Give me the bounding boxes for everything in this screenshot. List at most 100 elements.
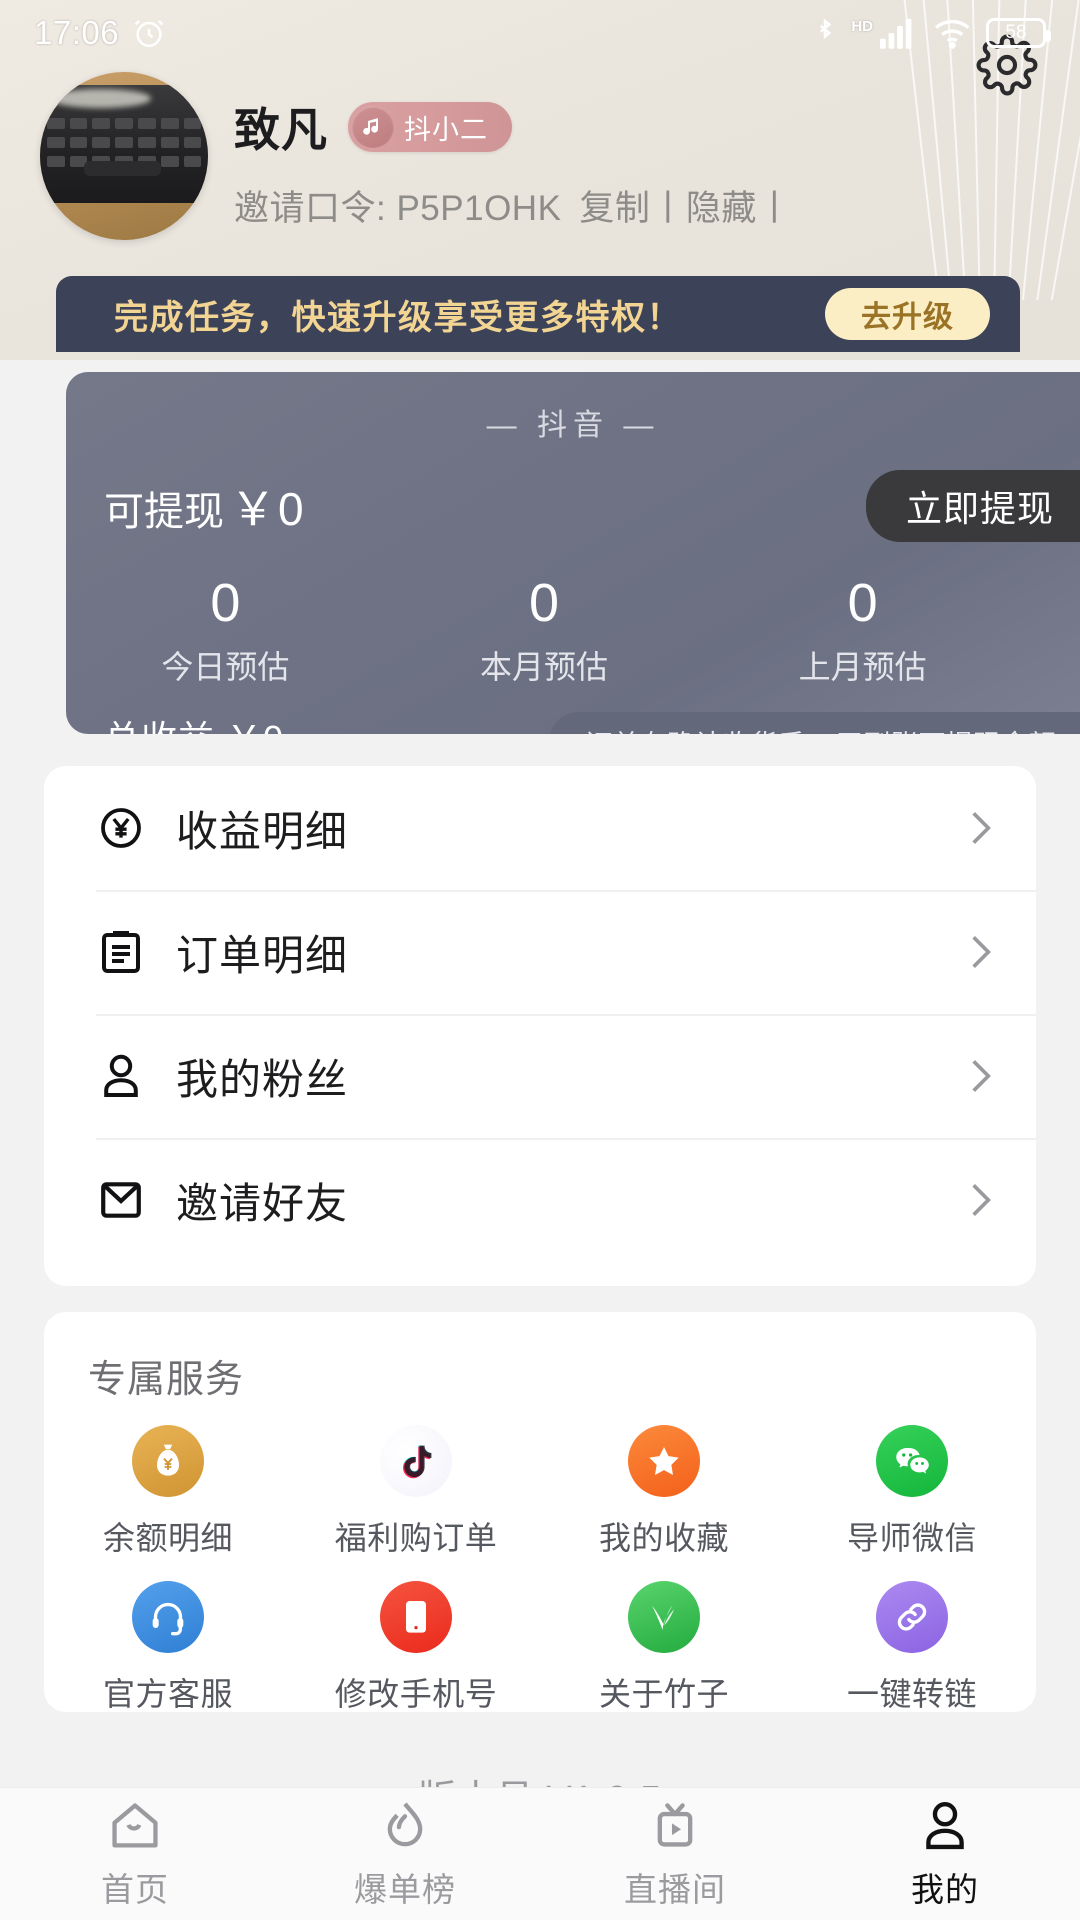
tv-icon bbox=[644, 1797, 706, 1855]
flame-icon bbox=[374, 1797, 436, 1855]
services-grid: 余额明细 福利购订单 我的收藏 导师微信 官方客服 修改手机号 关于竹子 一键转… bbox=[44, 1425, 1036, 1737]
menu-card: 收益明细 订单明细 我的粉丝 邀请好友 bbox=[44, 766, 1036, 1286]
available-label: 可提现 bbox=[104, 490, 224, 534]
menu-item-order-detail[interactable]: 订单明细 bbox=[44, 890, 1036, 1014]
badge-label: 抖小二 bbox=[404, 114, 488, 145]
nav-label: 爆单榜 bbox=[354, 1871, 456, 1908]
stat-last-month[interactable]: 0 上月预估 bbox=[703, 572, 1022, 688]
status-badge[interactable]: 抖小二 bbox=[348, 102, 512, 152]
battery-percent: 58 bbox=[1005, 22, 1027, 43]
total-earnings: 总收益 ￥0 bbox=[66, 710, 284, 734]
bluetooth-icon bbox=[812, 16, 838, 50]
nav-item-live-room[interactable]: 直播间 bbox=[540, 1788, 810, 1920]
stat-this-month[interactable]: 0 本月预估 bbox=[385, 572, 704, 688]
wifi-icon bbox=[933, 17, 973, 49]
nav-item-home[interactable]: 首页 bbox=[0, 1788, 270, 1920]
total-amount: ￥0 bbox=[226, 718, 284, 734]
bamboo-leaf-icon bbox=[628, 1581, 700, 1653]
stat-value: 0 bbox=[210, 573, 241, 633]
profile-info: 致凡 抖小二 邀请口令: P5P1OHK 复制丨隐藏丨 bbox=[234, 72, 792, 231]
bottom-navigation: 首页 爆单榜 直播间 我的 bbox=[0, 1788, 1080, 1920]
tiktok-icon bbox=[380, 1425, 452, 1497]
stat-value: 0 bbox=[528, 573, 560, 633]
service-item-about-zhuzi[interactable]: 关于竹子 bbox=[540, 1581, 788, 1715]
nav-label: 我的 bbox=[911, 1871, 979, 1908]
link-icon bbox=[876, 1581, 948, 1653]
person-icon bbox=[914, 1797, 976, 1855]
money-bag-icon bbox=[132, 1425, 204, 1497]
wechat-icon bbox=[876, 1425, 948, 1497]
menu-item-label: 订单明细 bbox=[176, 931, 349, 979]
menu-item-income-detail[interactable]: 收益明细 bbox=[44, 766, 1036, 890]
nav-item-hot-list[interactable]: 爆单榜 bbox=[270, 1788, 540, 1920]
earnings-total-row: 总收益 ￥0 订单在确认收货后16天到账可提现余额 bbox=[66, 710, 1080, 734]
status-bar: 17:06 HD 58 bbox=[0, 0, 1080, 66]
invite-code: 邀请口令: P5P1OHK bbox=[234, 189, 562, 228]
withdraw-tip-text: 订单在确认收货后16天到账可提现余额 bbox=[585, 723, 1056, 734]
stat-value: 0 bbox=[847, 573, 878, 633]
profile-header: 致凡 抖小二 邀请口令: P5P1OHK 复制丨隐藏丨 bbox=[0, 72, 1080, 257]
service-item-customer-service[interactable]: 官方客服 bbox=[44, 1581, 292, 1715]
service-label: 官方客服 bbox=[102, 1676, 233, 1712]
withdraw-label: 立即提现 bbox=[905, 488, 1054, 529]
chevron-right-icon bbox=[970, 933, 992, 971]
service-item-balance-detail[interactable]: 余额明细 bbox=[44, 1425, 292, 1559]
service-label: 福利购订单 bbox=[334, 1520, 498, 1556]
mobile-phone-icon bbox=[380, 1581, 452, 1653]
menu-item-label: 邀请好友 bbox=[176, 1179, 349, 1227]
available-amount: ￥0 bbox=[230, 483, 306, 535]
username: 致凡 bbox=[234, 104, 328, 156]
nav-label: 直播间 bbox=[624, 1871, 726, 1908]
menu-item-label: 收益明细 bbox=[176, 807, 349, 855]
headset-icon bbox=[132, 1581, 204, 1653]
avatar-photo bbox=[40, 85, 208, 204]
upgrade-banner-text: 完成任务，快速升级享受更多特权！ bbox=[114, 298, 682, 337]
stat-label: 本月预估 bbox=[480, 649, 609, 686]
clipboard-icon bbox=[96, 927, 146, 977]
go-upgrade-button[interactable]: 去升级 bbox=[825, 288, 990, 340]
earnings-available-row: 可提现 ￥0 立即提现 bbox=[66, 444, 1080, 542]
services-card: 专属服务 余额明细 福利购订单 我的收藏 导师微信 官方客服 修改手机号 关于竹… bbox=[44, 1312, 1036, 1712]
stat-label: 今日预估 bbox=[161, 649, 290, 686]
invite-row: 邀请口令: P5P1OHK 复制丨隐藏丨 bbox=[234, 180, 792, 231]
menu-item-label: 我的粉丝 bbox=[176, 1055, 349, 1103]
stat-label: 上月预估 bbox=[798, 649, 927, 686]
chevron-right-icon bbox=[970, 1057, 992, 1095]
stat-today[interactable]: 0 今日预估 bbox=[66, 572, 385, 688]
service-item-my-favorites[interactable]: 我的收藏 bbox=[540, 1425, 788, 1559]
copy-hide-actions[interactable]: 复制丨隐藏丨 bbox=[579, 180, 792, 231]
withdraw-button[interactable]: 立即提现 bbox=[865, 470, 1080, 542]
withdraw-tip: 订单在确认收货后16天到账可提现余额 bbox=[548, 712, 1080, 734]
service-label: 我的收藏 bbox=[598, 1520, 729, 1556]
available-balance: 可提现 ￥0 bbox=[104, 473, 306, 539]
earnings-platform-title: — 抖音 — bbox=[486, 409, 660, 442]
person-icon bbox=[96, 1051, 146, 1101]
hd-label: HD bbox=[851, 17, 873, 35]
alarm-clock-icon bbox=[132, 16, 166, 50]
menu-item-my-fans[interactable]: 我的粉丝 bbox=[44, 1014, 1036, 1138]
home-icon bbox=[104, 1797, 166, 1855]
nav-item-profile[interactable]: 我的 bbox=[810, 1788, 1080, 1920]
upgrade-banner[interactable]: 完成任务，快速升级享受更多特权！ 去升级 bbox=[56, 276, 1020, 352]
status-bar-left: 17:06 bbox=[34, 14, 166, 52]
go-upgrade-label: 去升级 bbox=[861, 301, 954, 334]
cellular-signal-icon bbox=[880, 17, 920, 49]
avatar[interactable] bbox=[40, 72, 208, 240]
chevron-right-icon bbox=[970, 809, 992, 847]
service-item-one-click-link[interactable]: 一键转链 bbox=[788, 1581, 1036, 1715]
total-label: 总收益 bbox=[104, 718, 215, 734]
yen-circle-icon bbox=[96, 803, 146, 853]
menu-item-invite-friends[interactable]: 邀请好友 bbox=[44, 1138, 1036, 1262]
earnings-card: — 抖音 — 可提现 ￥0 立即提现 0 今日预估 0 本月预估 0 上月预估 … bbox=[66, 372, 1080, 734]
service-label: 一键转链 bbox=[846, 1676, 977, 1712]
service-item-mentor-wechat[interactable]: 导师微信 bbox=[788, 1425, 1036, 1559]
chevron-right-icon bbox=[970, 1181, 992, 1219]
service-label: 关于竹子 bbox=[598, 1676, 729, 1712]
star-icon bbox=[628, 1425, 700, 1497]
status-bar-right: HD 58 bbox=[812, 16, 1051, 50]
earnings-stats: 0 今日预估 0 本月预估 0 上月预估 bbox=[66, 572, 1080, 688]
envelope-icon bbox=[96, 1175, 146, 1225]
nav-label: 首页 bbox=[101, 1871, 169, 1908]
service-item-welfare-orders[interactable]: 福利购订单 bbox=[292, 1425, 540, 1559]
service-item-change-phone[interactable]: 修改手机号 bbox=[292, 1581, 540, 1715]
